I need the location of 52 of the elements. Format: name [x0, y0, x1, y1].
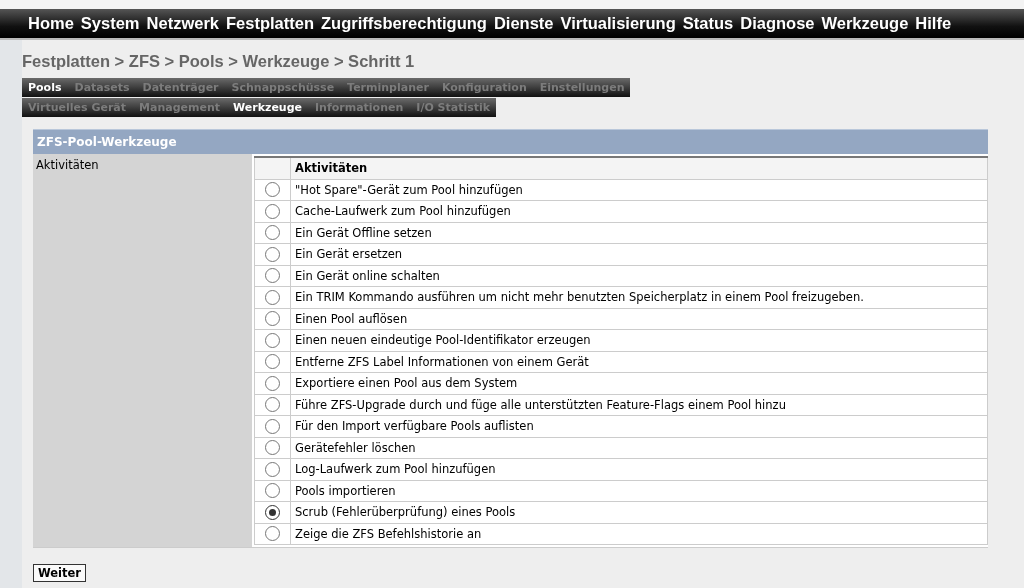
radio-button[interactable] — [265, 440, 280, 456]
menu-item[interactable]: Hilfe — [915, 14, 952, 33]
radio-button[interactable] — [265, 483, 280, 499]
menu-item[interactable]: Diagnose — [740, 14, 815, 33]
option-label[interactable]: Für den Import verfügbare Pools auflisten — [290, 415, 988, 437]
menu-item[interactable]: Home — [28, 14, 74, 33]
radio-button[interactable] — [265, 182, 280, 198]
option-label[interactable]: Einen neuen eindeutige Pool-Identifikator erzeugen — [290, 329, 988, 351]
radio-button[interactable] — [265, 332, 280, 348]
option-label[interactable]: Cache-Laufwerk zum Pool hinzufügen — [290, 200, 988, 222]
menu-item[interactable]: System — [80, 14, 140, 33]
radio-button[interactable] — [265, 504, 280, 520]
menu-item[interactable]: Festplatten — [226, 14, 314, 33]
option-label[interactable]: Pools importieren — [290, 480, 988, 502]
option-label[interactable]: Ein Gerät ersetzen — [290, 243, 988, 265]
menu-item[interactable]: Netzwerk — [146, 14, 219, 33]
option-label[interactable]: Exportiere einen Pool aus dem System — [290, 372, 988, 394]
tab[interactable]: Werkzeuge — [233, 101, 302, 114]
option-label[interactable]: Scrub (Fehlerüberprüfung) eines Pools — [290, 501, 988, 523]
option-label[interactable]: Führe ZFS-Upgrade durch und füge alle unterstützten Feature-Flags einem Pool hinzu — [290, 394, 988, 416]
radio-button[interactable] — [265, 203, 280, 219]
menu-item[interactable]: Zugriffsberechtigung — [321, 14, 487, 33]
option-label[interactable]: Log-Laufwerk zum Pool hinzufügen — [290, 458, 988, 480]
field-label: Aktivitäten — [33, 154, 252, 547]
breadcrumb: Festplatten > ZFS > Pools > Werkzeuge > Schritt 1 — [22, 52, 416, 72]
option-label[interactable]: Ein Gerät Offline setzen — [290, 222, 988, 244]
option-label[interactable]: "Hot Spare"-Gerät zum Pool hinzufügen — [290, 179, 988, 201]
radio-button[interactable] — [265, 375, 280, 391]
option-label[interactable]: Entferne ZFS Label Informationen von einem Gerät — [290, 351, 988, 373]
option-label[interactable]: Ein Gerät online schalten — [290, 265, 988, 287]
radio-button[interactable] — [265, 461, 280, 477]
menu-item[interactable]: Dienste — [493, 14, 554, 33]
tab[interactable]: Pools — [28, 81, 62, 94]
radio-button[interactable] — [265, 418, 280, 434]
menu-item[interactable]: Werkzeuge — [821, 14, 909, 33]
radio-button[interactable] — [265, 311, 280, 327]
menu-item[interactable]: Status — [682, 14, 734, 33]
column-header: Aktivitäten — [290, 157, 988, 179]
radio-button[interactable] — [265, 354, 280, 370]
radio-button[interactable] — [265, 268, 280, 284]
option-label[interactable]: Einen Pool auflösen — [290, 308, 988, 330]
next-button[interactable]: Weiter — [33, 564, 86, 582]
panel-title: ZFS-Pool-Werkzeuge — [33, 129, 988, 154]
radio-button[interactable] — [265, 225, 280, 241]
radio-button[interactable] — [265, 289, 280, 305]
radio-button[interactable] — [265, 526, 280, 542]
option-label[interactable]: Ein TRIM Kommando ausführen um nicht mehr benutzten Speicherplatz in einem Pool freizugeben. — [290, 286, 988, 308]
radio-button[interactable] — [265, 397, 280, 413]
option-label[interactable]: Zeige die ZFS Befehlshistorie an — [290, 523, 988, 545]
radio-button[interactable] — [265, 246, 280, 262]
menu-item[interactable]: Virtualisierung — [560, 14, 676, 33]
option-label[interactable]: Gerätefehler löschen — [290, 437, 988, 459]
